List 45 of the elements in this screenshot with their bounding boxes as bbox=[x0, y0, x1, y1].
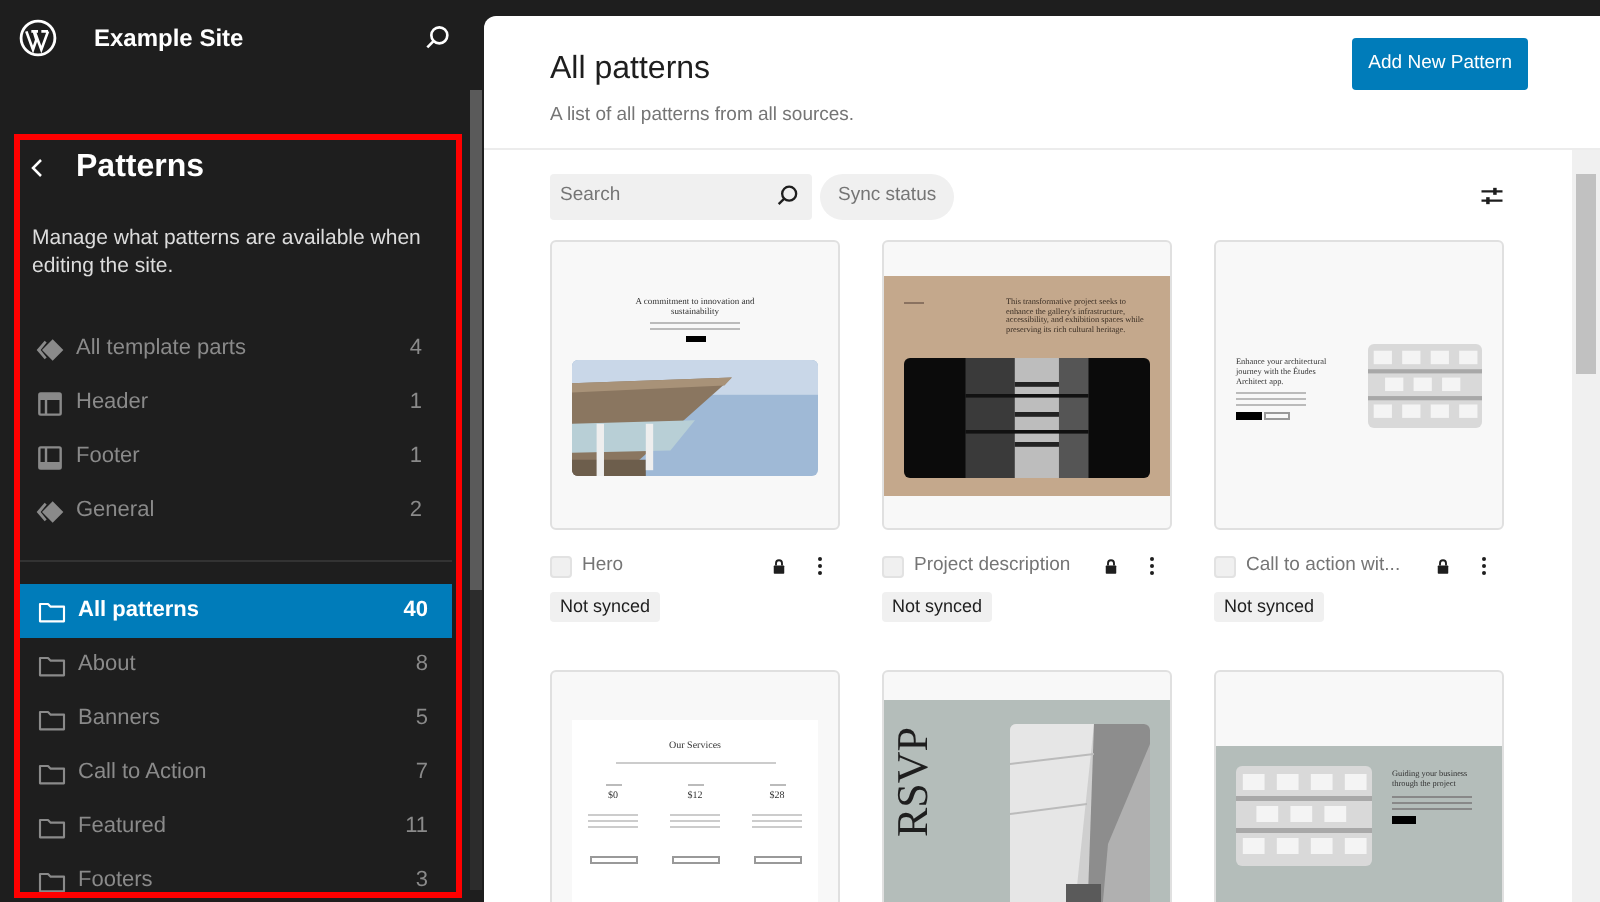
search-icon bbox=[774, 182, 802, 210]
pattern-title[interactable]: Project description bbox=[914, 551, 1098, 581]
sidebar-item[interactable]: Header 1 bbox=[0, 376, 452, 430]
sidebar-item[interactable]: Footer 1 bbox=[0, 430, 452, 484]
settings-sliders-icon[interactable] bbox=[1478, 182, 1506, 210]
pattern-title[interactable]: Hero bbox=[582, 551, 766, 581]
sidebar-item[interactable]: Call to Action 7 bbox=[18, 746, 452, 800]
preview-heading: RSVP bbox=[891, 726, 936, 838]
preview-button bbox=[753, 856, 801, 864]
sidebar-item[interactable]: About 8 bbox=[18, 638, 452, 692]
checkbox[interactable] bbox=[550, 555, 572, 577]
preview-button bbox=[671, 856, 719, 864]
sidebar-item[interactable]: Banners 5 bbox=[18, 692, 452, 746]
preview-button bbox=[589, 856, 637, 864]
checkbox[interactable] bbox=[1214, 555, 1236, 577]
sync-badge: Not synced bbox=[550, 592, 661, 622]
wordpress-logo-icon bbox=[18, 18, 58, 58]
scrollbar[interactable] bbox=[1572, 150, 1600, 902]
diamond-icon bbox=[34, 495, 66, 527]
site-title: Example Site bbox=[94, 22, 246, 56]
add-new-pattern-button[interactable]: Add New Pattern bbox=[1352, 38, 1528, 90]
sync-badge: Not synced bbox=[1214, 592, 1325, 622]
preview-button bbox=[1392, 815, 1416, 824]
preview-button bbox=[685, 336, 705, 342]
sync-badge: Not synced bbox=[882, 592, 993, 622]
layout-icon bbox=[34, 441, 66, 473]
sidebar-item[interactable]: All template parts 4 bbox=[0, 322, 452, 376]
pattern-title[interactable]: Call to action wit... bbox=[1246, 551, 1430, 581]
sidebar-title: Patterns bbox=[76, 148, 205, 188]
layout-icon bbox=[34, 387, 66, 419]
checkbox[interactable] bbox=[882, 555, 904, 577]
sync-status-filter[interactable]: Sync status bbox=[820, 173, 955, 219]
sidebar-item[interactable]: General 2 bbox=[0, 484, 452, 538]
scrollbar[interactable] bbox=[470, 90, 482, 890]
search-icon[interactable] bbox=[422, 22, 454, 54]
sidebar-item[interactable]: Featured 11 bbox=[18, 800, 452, 854]
page-title: All patterns bbox=[550, 50, 713, 90]
page-subtitle: A list of all patterns from all sources. bbox=[550, 102, 857, 130]
sidebar-item[interactable]: All patterns 40 bbox=[18, 584, 452, 638]
sidebar-description: Manage what patterns are available when editing the site. bbox=[32, 224, 423, 280]
pattern-preview[interactable]: RSVP bbox=[882, 670, 1172, 902]
search-input[interactable]: Search bbox=[560, 181, 774, 211]
search-field[interactable]: Search bbox=[550, 173, 812, 219]
sidebar-item[interactable]: Footers 3 bbox=[18, 854, 452, 902]
diamond-icon bbox=[34, 333, 66, 365]
